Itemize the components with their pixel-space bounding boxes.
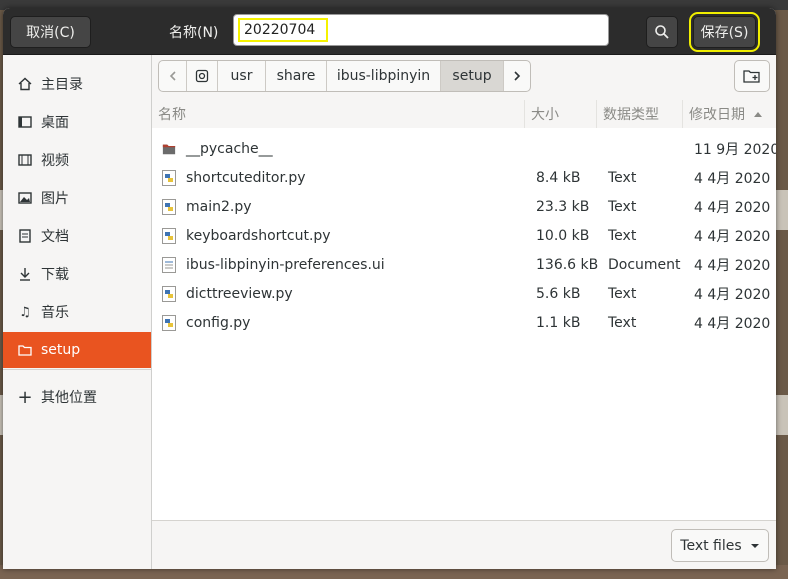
sidebar-item-pictures[interactable]: 图片 bbox=[3, 180, 151, 216]
sidebar-divider bbox=[3, 369, 151, 370]
sidebar-item-label: 图片 bbox=[41, 191, 69, 207]
column-header-name[interactable]: 名称 bbox=[152, 100, 525, 128]
chevron-down-icon bbox=[750, 543, 759, 548]
ui-file-icon bbox=[162, 256, 176, 273]
file-row[interactable]: dicttreeview.py 5.6 kB Text 4 4月 2020 bbox=[152, 279, 776, 308]
sidebar-item-home[interactable]: 主目录 bbox=[3, 66, 151, 102]
file-type-filter-dropdown[interactable]: Text files bbox=[671, 529, 769, 562]
sidebar-item-label: 视频 bbox=[41, 153, 69, 169]
sidebar-item-label: 下载 bbox=[41, 267, 69, 283]
sidebar-item-label: 其他位置 bbox=[41, 390, 97, 406]
file-row[interactable]: ibus-libpinyin-preferences.ui 136.6 kB D… bbox=[152, 250, 776, 279]
path-crumb-ibus-libpinyin[interactable]: ibus-libpinyin bbox=[327, 61, 441, 91]
sidebar-item-label: 主目录 bbox=[41, 77, 83, 93]
sidebar-item-label: setup bbox=[41, 342, 81, 358]
sidebar-item-documents[interactable]: 文档 bbox=[3, 218, 151, 254]
python-file-icon bbox=[162, 169, 176, 186]
document-icon bbox=[17, 228, 33, 244]
folder-icon bbox=[17, 342, 33, 358]
new-folder-button[interactable] bbox=[734, 60, 770, 92]
save-button[interactable]: 保存(S) bbox=[689, 12, 760, 52]
python-file-icon bbox=[162, 314, 176, 331]
folder-icon bbox=[162, 144, 176, 154]
path-crumb-usr[interactable]: usr bbox=[218, 61, 266, 91]
new-folder-icon bbox=[743, 69, 760, 83]
sidebar-item-desktop[interactable]: 桌面 bbox=[3, 104, 151, 140]
drive-icon bbox=[195, 69, 209, 83]
search-icon bbox=[655, 25, 669, 39]
filter-label: Text files bbox=[680, 537, 742, 554]
python-file-icon bbox=[162, 285, 176, 302]
save-file-dialog: 取消(C) 名称(N) 20220704 保存(S) 主目录 桌面 视频 图片 … bbox=[3, 8, 776, 569]
music-icon: ♫ bbox=[19, 304, 31, 320]
sidebar-item-label: 音乐 bbox=[41, 305, 69, 321]
file-row[interactable]: __pycache__ 11 9月 2020 bbox=[152, 134, 776, 163]
picture-icon bbox=[17, 190, 33, 206]
path-bar: usr share ibus-libpinyin setup bbox=[158, 60, 531, 92]
file-row[interactable]: shortcuteditor.py 8.4 kB Text 4 4月 2020 bbox=[152, 163, 776, 192]
sidebar-item-other-locations[interactable]: + 其他位置 bbox=[3, 379, 151, 415]
python-file-icon bbox=[162, 227, 176, 244]
filename-input[interactable]: 20220704 bbox=[233, 14, 609, 46]
column-header-type[interactable]: 数据类型 bbox=[597, 100, 683, 128]
sidebar-item-label: 桌面 bbox=[41, 115, 69, 131]
file-row[interactable]: config.py 1.1 kB Text 4 4月 2020 bbox=[152, 308, 776, 337]
filename-value[interactable]: 20220704 bbox=[238, 18, 328, 42]
path-scroll-left-button[interactable] bbox=[159, 61, 187, 91]
sidebar-item-music[interactable]: ♫ 音乐 bbox=[3, 294, 151, 330]
column-header-modified[interactable]: 修改日期 bbox=[683, 100, 776, 128]
cancel-button[interactable]: 取消(C) bbox=[10, 16, 91, 48]
python-file-icon bbox=[162, 198, 176, 215]
file-row[interactable]: main2.py 23.3 kB Text 4 4月 2020 bbox=[152, 192, 776, 221]
desktop-icon bbox=[17, 114, 33, 130]
chevron-left-icon bbox=[169, 71, 176, 81]
path-scroll-right-button[interactable] bbox=[504, 61, 530, 91]
column-header-size[interactable]: 大小 bbox=[525, 100, 597, 128]
sidebar-item-label: 文档 bbox=[41, 229, 69, 245]
path-root-button[interactable] bbox=[187, 61, 218, 91]
sidebar-item-videos[interactable]: 视频 bbox=[3, 142, 151, 178]
file-row[interactable]: keyboardshortcut.py 10.0 kB Text 4 4月 20… bbox=[152, 221, 776, 250]
dialog-header: 取消(C) 名称(N) 20220704 保存(S) bbox=[3, 8, 776, 55]
sidebar-item-setup[interactable]: setup bbox=[3, 332, 151, 368]
search-button[interactable] bbox=[646, 16, 678, 48]
path-crumb-setup[interactable]: setup bbox=[441, 61, 504, 91]
video-icon bbox=[17, 152, 33, 168]
home-icon bbox=[17, 76, 33, 92]
plus-icon: + bbox=[17, 386, 33, 408]
name-label: 名称(N) bbox=[169, 25, 219, 41]
file-list: 名称 大小 数据类型 修改日期 __pycache__ 11 9月 2020 s… bbox=[152, 100, 776, 520]
chevron-right-icon bbox=[514, 71, 521, 81]
download-icon bbox=[17, 266, 33, 282]
path-crumb-share[interactable]: share bbox=[266, 61, 327, 91]
sort-ascending-icon bbox=[754, 112, 762, 117]
sidebar-item-downloads[interactable]: 下载 bbox=[3, 256, 151, 292]
places-sidebar: 主目录 桌面 视频 图片 文档 下载 ♫ 音乐 setup + 其他位置 bbox=[3, 55, 152, 569]
